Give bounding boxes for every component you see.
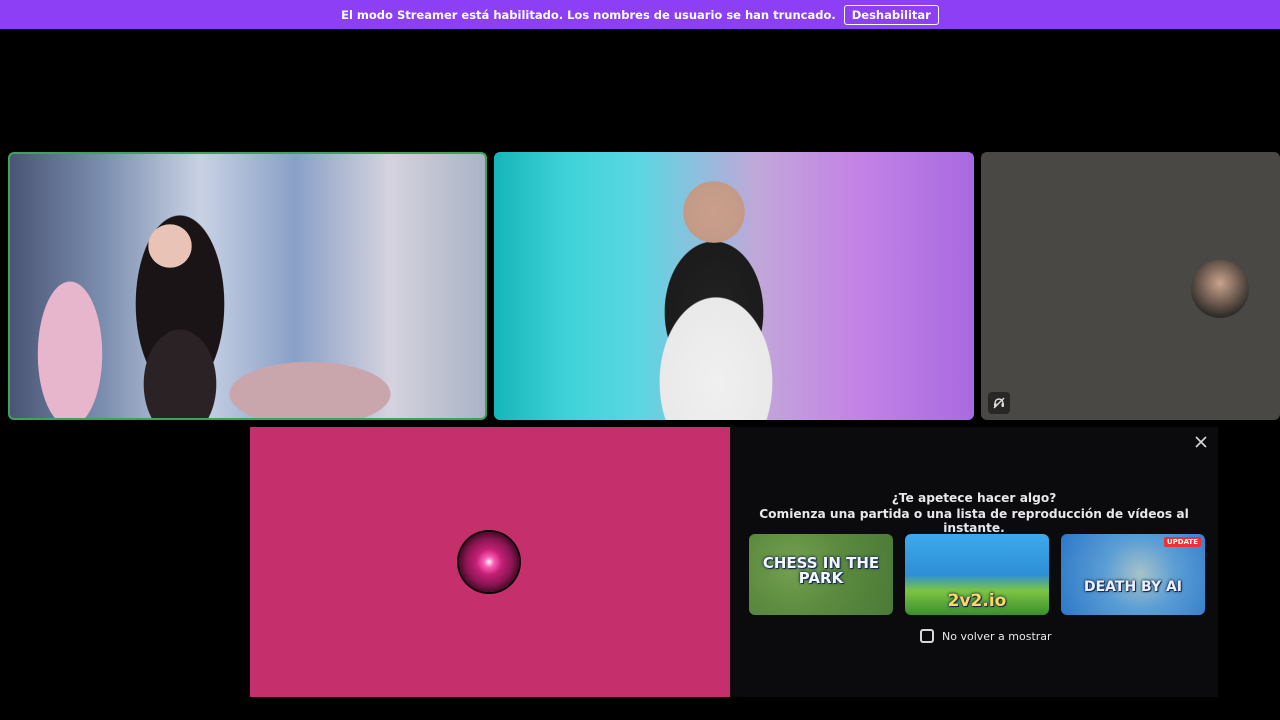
dont-show-again-checkbox[interactable] (920, 629, 934, 643)
activity-prompt-subtitle: Comienza una partida o una lista de repr… (759, 507, 1189, 535)
disable-streamer-mode-button[interactable]: Deshabilitar (843, 4, 939, 25)
video-tile-1[interactable] (8, 152, 487, 420)
eye-icon (459, 532, 519, 592)
deafened-icon (988, 392, 1010, 414)
dont-show-again-option[interactable]: No volver a mostrar (920, 629, 1052, 643)
video-tile-3[interactable] (981, 152, 1280, 420)
game-card-chess-in-the-park[interactable]: CHESS IN THE PARK (749, 534, 893, 615)
game-title: CHESS IN THE PARK (762, 554, 880, 587)
video-tile-2[interactable] (494, 152, 974, 420)
activity-stream-area[interactable] (250, 427, 730, 697)
streamer-mode-message: El modo Streamer está habilitado. Los no… (341, 7, 836, 22)
participant-avatar (1191, 260, 1249, 318)
game-card-2v2io[interactable]: 2v2.io (905, 534, 1049, 615)
activity-prompt-title: ¿Te apetece hacer algo? (891, 491, 1057, 505)
streamer-mode-banner: El modo Streamer está habilitado. Los no… (0, 0, 1280, 29)
dont-show-again-label: No volver a mostrar (942, 629, 1052, 643)
activity-launcher-panel: ¿Te apetece hacer algo? Comienza una par… (730, 427, 1218, 697)
update-badge: UPDATE (1163, 537, 1201, 547)
close-icon[interactable] (1194, 435, 1208, 449)
game-title: 2v2.io (947, 591, 1007, 611)
game-card-death-by-ai[interactable]: UPDATE DEATH BY AI (1061, 534, 1205, 615)
game-title: DEATH BY AI (1083, 579, 1183, 595)
